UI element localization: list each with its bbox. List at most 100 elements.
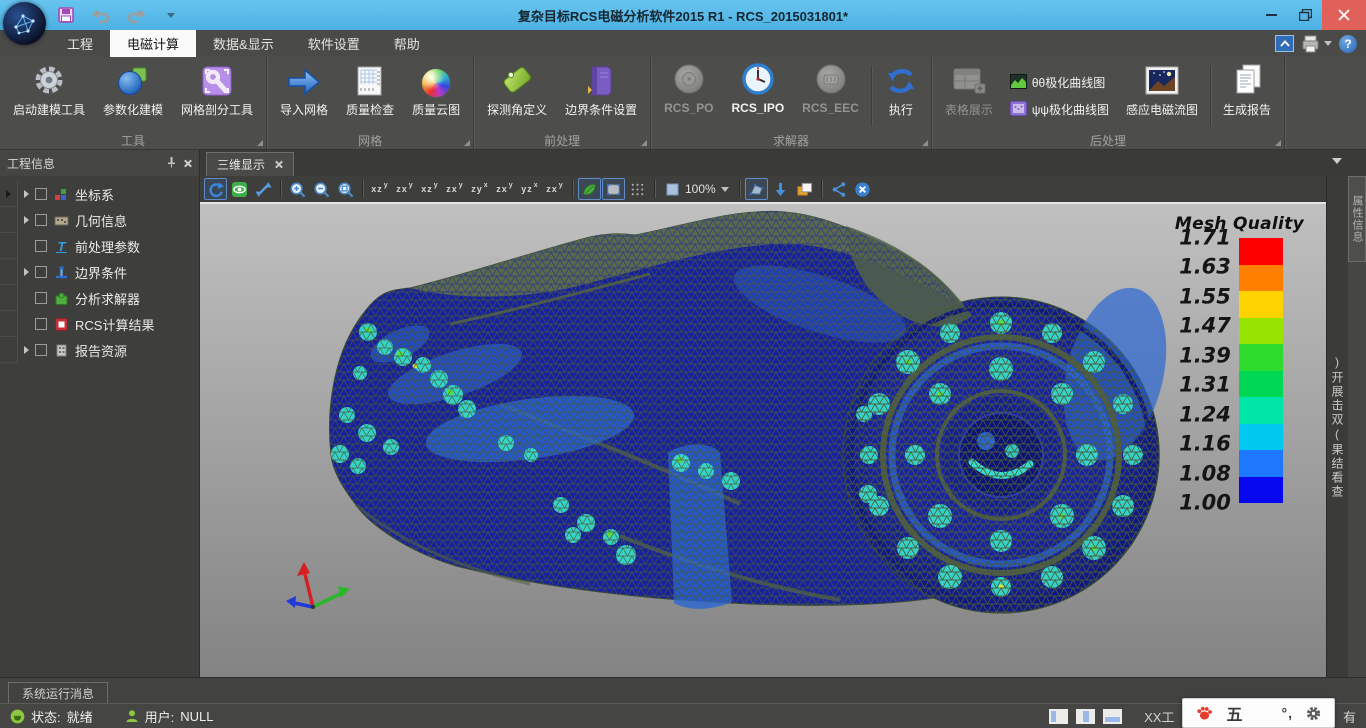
tree-checkbox[interactable] [35, 292, 47, 304]
induced-current-map-button[interactable]: 感应电磁流图 [1117, 60, 1207, 132]
expand-arrow-icon[interactable] [24, 216, 29, 224]
close-circle-icon[interactable] [851, 178, 874, 200]
group-expand-icon[interactable] [1275, 140, 1281, 146]
tree-checkbox[interactable] [35, 188, 47, 200]
expand-arrow-icon[interactable] [24, 190, 29, 198]
panel-close-icon[interactable] [183, 159, 192, 168]
share-icon[interactable] [827, 178, 850, 200]
generate-report-button[interactable]: 生成报告 [1214, 60, 1280, 132]
snapshot-icon[interactable] [793, 178, 816, 200]
tree-item-coordinate-system[interactable]: 坐标系 [0, 181, 199, 207]
help-icon[interactable]: ? [1339, 35, 1357, 53]
orbit-icon[interactable] [228, 178, 251, 200]
psi-polar-chart-button[interactable]: ψψ极化曲线图 [1010, 101, 1109, 119]
execute-button[interactable]: 执行 [875, 60, 927, 132]
layout-bottom-panel-icon[interactable] [1103, 709, 1122, 724]
tree-checkbox[interactable] [35, 318, 47, 330]
close-button[interactable] [1322, 0, 1366, 30]
group-expand-icon[interactable] [641, 140, 647, 146]
baidu-paw-icon[interactable] [1195, 704, 1214, 722]
wireframe-dots-icon[interactable] [626, 178, 649, 200]
properties-collapsed-tab[interactable]: 属性信息 [1348, 176, 1366, 262]
redo-icon[interactable] [126, 5, 146, 25]
ime-gear-icon[interactable] [1305, 705, 1322, 722]
zoom-in-icon[interactable] [286, 178, 309, 200]
mesh-partition-tool-button[interactable]: 网格剖分工具 [172, 60, 262, 132]
surface-select-icon[interactable] [745, 178, 768, 200]
tree-checkbox[interactable] [35, 266, 47, 278]
3d-viewport[interactable]: Mesh Quality 1.71 1.63 1.55 1.47 1.39 1.… [200, 204, 1326, 677]
undo-icon[interactable] [91, 5, 111, 25]
tree-item-report-resources[interactable]: 报告资源 [0, 337, 199, 363]
ime-wubi-mode[interactable]: 五 [1226, 701, 1242, 725]
tree-item-boundary-conditions[interactable]: 边界条件 [0, 259, 199, 285]
view-iso-1-button[interactable]: zxy [493, 178, 517, 200]
zoom-level-dropdown[interactable]: 100% [660, 182, 734, 197]
group-expand-icon[interactable] [257, 140, 263, 146]
probe-angle-define-button[interactable]: 探测角定义 [478, 60, 556, 132]
solver-rcs-po-button[interactable]: RCS_PO [655, 60, 722, 132]
view-iso-3-button[interactable]: zxy [543, 178, 567, 200]
zoom-out-icon[interactable] [310, 178, 333, 200]
save-icon[interactable] [56, 5, 76, 25]
down-arrow-icon[interactable] [769, 178, 792, 200]
results-collapsed-tab[interactable]: )开展击双(果结看查 [1326, 176, 1348, 677]
boundary-condition-settings-button[interactable]: 边界条件设置 [556, 60, 646, 132]
tree-checkbox[interactable] [35, 214, 47, 226]
tab-list-dropdown-icon[interactable] [1332, 158, 1342, 164]
tree-checkbox[interactable] [35, 240, 47, 252]
group-expand-icon[interactable] [464, 140, 470, 146]
quick-access-dropdown-icon[interactable] [161, 5, 181, 25]
tree-item-geometry-info[interactable]: 几何信息 [0, 207, 199, 233]
tab-software-settings[interactable]: 软件设置 [291, 30, 377, 57]
tab-project[interactable]: 工程 [50, 30, 110, 57]
system-messages-tab[interactable]: 系统运行消息 [8, 682, 108, 703]
zoom-dropdown-arrow-icon[interactable] [721, 187, 729, 192]
view-iso-2-button[interactable]: yzx [518, 178, 542, 200]
view-xz-back-button[interactable]: xzy [418, 178, 442, 200]
expand-arrow-icon[interactable] [24, 268, 29, 276]
theta-polar-chart-button[interactable]: θθ极化曲线图 [1010, 74, 1109, 92]
expand-arrow-icon[interactable] [24, 346, 29, 354]
quality-cloud-map-button[interactable]: 质量云图 [403, 60, 469, 132]
solver-rcs-eec-button[interactable]: RCS_EEC [793, 60, 868, 132]
flat-shade-icon[interactable] [602, 178, 625, 200]
moon-icon[interactable] [1254, 706, 1269, 721]
solver-rcs-ipo-button[interactable]: RCS_IPO [722, 60, 793, 132]
tree-item-preprocess-params[interactable]: T 前处理参数 [0, 233, 199, 259]
view-xz-plane-button[interactable]: xzy [368, 178, 392, 200]
tree-item-rcs-results[interactable]: RCS计算结果 [0, 311, 199, 337]
layout-middle-panel-icon[interactable] [1076, 709, 1095, 724]
parametric-modeling-button[interactable]: 参数化建模 [94, 60, 172, 132]
rotate-icon[interactable] [204, 178, 227, 200]
tree-checkbox[interactable] [35, 344, 47, 356]
launch-modeling-tool-button[interactable]: 启动建模工具 [4, 60, 94, 132]
view-zy-plane-button[interactable]: zyx [468, 178, 492, 200]
tab-data-display[interactable]: 数据&显示 [196, 30, 291, 57]
import-mesh-button[interactable]: 导入网格 [271, 60, 337, 132]
print-preview-icon[interactable] [1301, 35, 1332, 53]
tab-close-icon[interactable] [274, 160, 283, 169]
import-arrow-icon [285, 60, 323, 98]
tab-3d-display[interactable]: 三维显示 [206, 152, 294, 176]
zoom-fit-icon[interactable] [334, 178, 357, 200]
title-bar: 复杂目标RCS电磁分析软件2015 R1 - RCS_2015031801* [0, 0, 1366, 30]
tree-item-analysis-solver[interactable]: 分析求解器 [0, 285, 199, 311]
collapse-ribbon-icon[interactable] [1275, 35, 1294, 52]
view-zx-plane-button[interactable]: zxy [393, 178, 417, 200]
tab-help[interactable]: 帮助 [377, 30, 437, 57]
ribbon: 启动建模工具 参数化建模 网格剖分工具 工具 [0, 57, 1366, 150]
view-zx-back-button[interactable]: zxy [443, 178, 467, 200]
restore-button[interactable] [1288, 0, 1322, 30]
table-view-button[interactable]: 表格展示 [936, 60, 1002, 132]
pin-icon[interactable] [166, 156, 177, 171]
shaded-leaf-icon[interactable] [578, 178, 601, 200]
ime-punctuation[interactable]: °, [1281, 705, 1293, 721]
layout-left-panel-icon[interactable] [1049, 709, 1068, 724]
quality-check-button[interactable]: 质量检查 [337, 60, 403, 132]
app-logo-icon[interactable] [3, 2, 46, 45]
tab-em-computation[interactable]: 电磁计算 [110, 30, 196, 57]
pan-icon[interactable] [252, 178, 275, 200]
group-expand-icon[interactable] [922, 140, 928, 146]
minimize-button[interactable] [1254, 0, 1288, 30]
